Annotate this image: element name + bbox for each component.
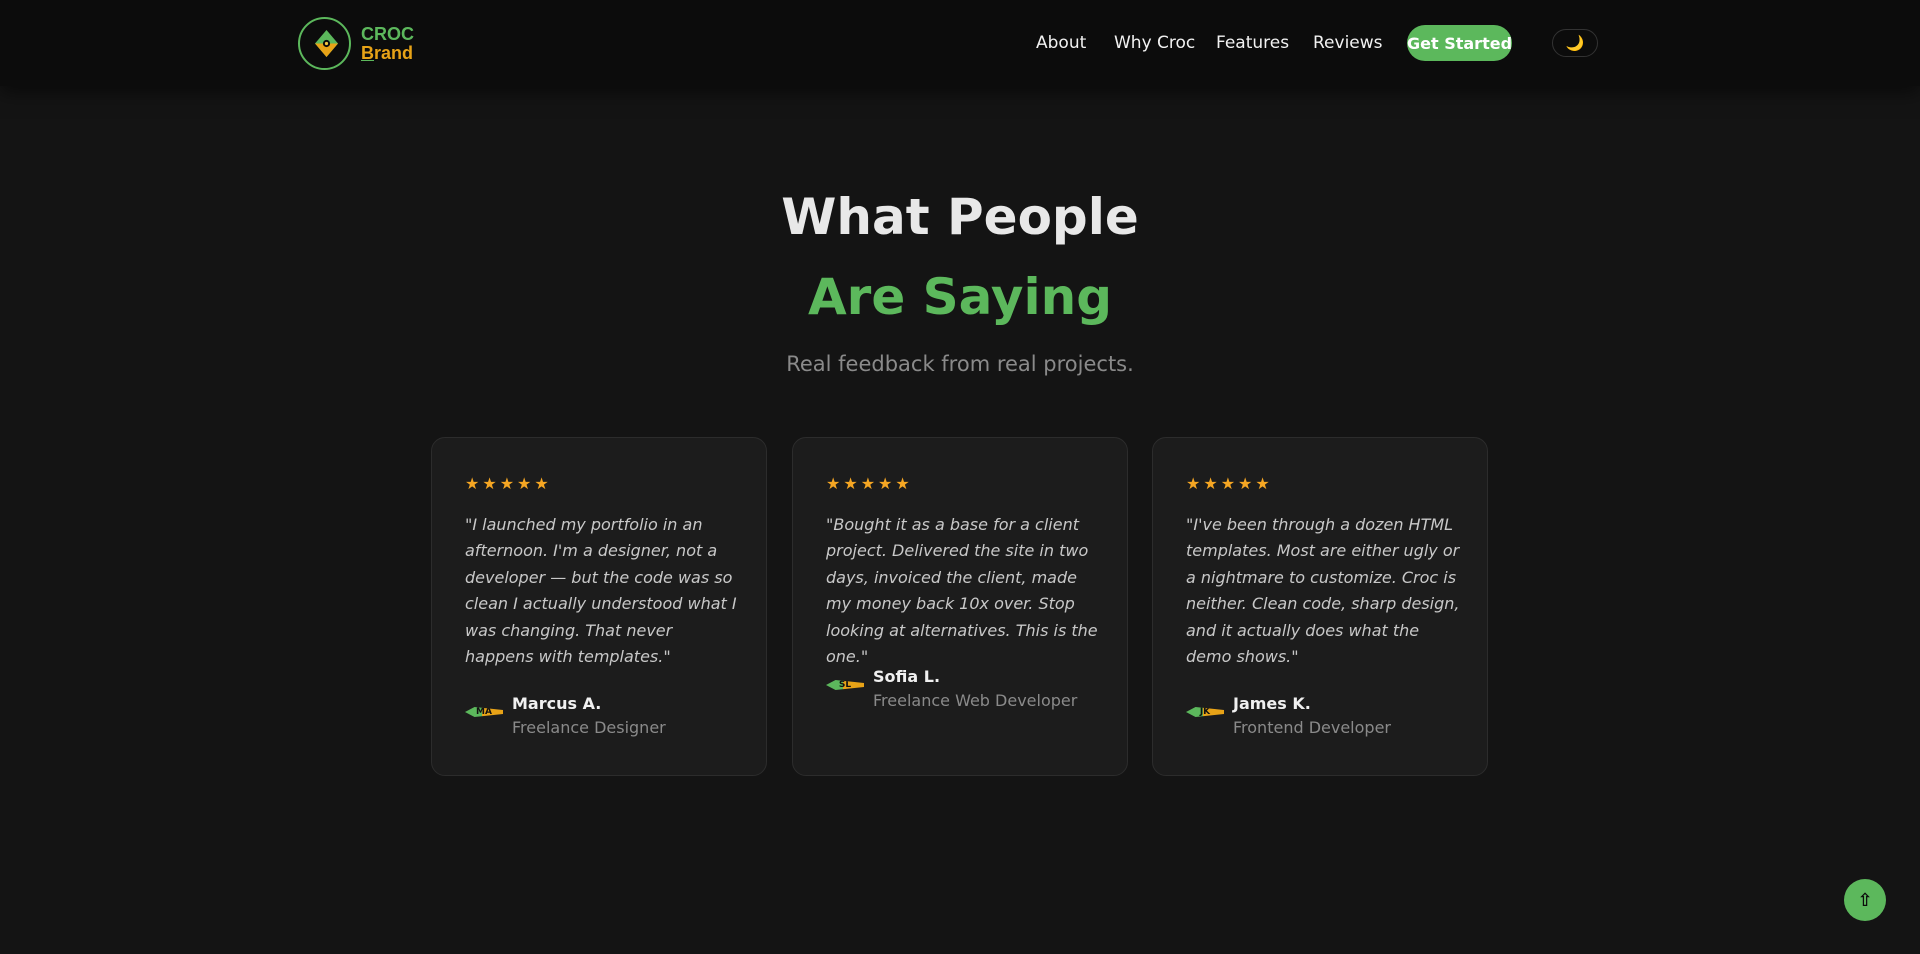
arrow-up-icon: ⇧ — [1857, 889, 1873, 911]
review-quote: "I launched my portfolio in an afternoon… — [465, 515, 737, 667]
review-card: ★★★★★ "Bought it as a base for a client … — [792, 437, 1128, 776]
nav-reviews[interactable]: Reviews — [1313, 33, 1383, 53]
section-subtitle: Real feedback from real projects. — [786, 352, 1134, 376]
star-rating: ★★★★★ — [826, 474, 913, 493]
croc-logo-icon — [298, 17, 351, 70]
moon-icon: 🌙 — [1565, 34, 1585, 52]
nav-about[interactable]: About — [1036, 33, 1086, 53]
brand-line2: Brand — [361, 42, 414, 63]
nav-features[interactable]: Features — [1216, 33, 1289, 53]
review-author: SL Sofia L. Freelance Web Developer — [826, 666, 1077, 714]
section-title-line2: Are Saying — [807, 268, 1112, 326]
avatar: JK — [1186, 707, 1224, 717]
site-header: CROC Brand About Why Croc Features Revie… — [0, 0, 1920, 86]
author-role: Frontend Developer — [1233, 718, 1391, 737]
review-quote: "Bought it as a base for a client projec… — [826, 515, 1098, 667]
nav-why-croc[interactable]: Why Croc — [1114, 33, 1195, 53]
avatar: MA — [465, 707, 503, 717]
brand-logo[interactable]: CROC Brand — [298, 17, 414, 70]
brand-line2-initial: B — [361, 42, 374, 63]
review-author: MA Marcus A. Freelance Designer — [465, 693, 666, 741]
review-card: ★★★★★ "I launched my portfolio in an aft… — [431, 437, 767, 776]
review-card: ★★★★★ "I've been through a dozen HTML te… — [1152, 437, 1488, 776]
back-to-top-button[interactable]: ⇧ — [1844, 879, 1886, 921]
author-name: Marcus A. — [512, 694, 602, 713]
review-quote: "I've been through a dozen HTML template… — [1186, 515, 1460, 667]
author-role: Freelance Designer — [512, 718, 666, 737]
author-role: Freelance Web Developer — [873, 691, 1078, 710]
star-rating: ★★★★★ — [465, 474, 552, 493]
author-name: Sofia L. — [873, 667, 941, 686]
author-name: James K. — [1233, 694, 1311, 713]
brand-line1: CROC — [361, 23, 414, 44]
avatar: SL — [826, 680, 864, 690]
brand-line2-rest: rand — [374, 42, 414, 63]
theme-toggle[interactable]: 🌙 — [1552, 29, 1598, 57]
star-rating: ★★★★★ — [1186, 474, 1273, 493]
section-title-line1: What People — [781, 188, 1139, 246]
get-started-button[interactable]: Get Started — [1407, 25, 1512, 61]
review-author: JK James K. Frontend Developer — [1186, 693, 1391, 741]
